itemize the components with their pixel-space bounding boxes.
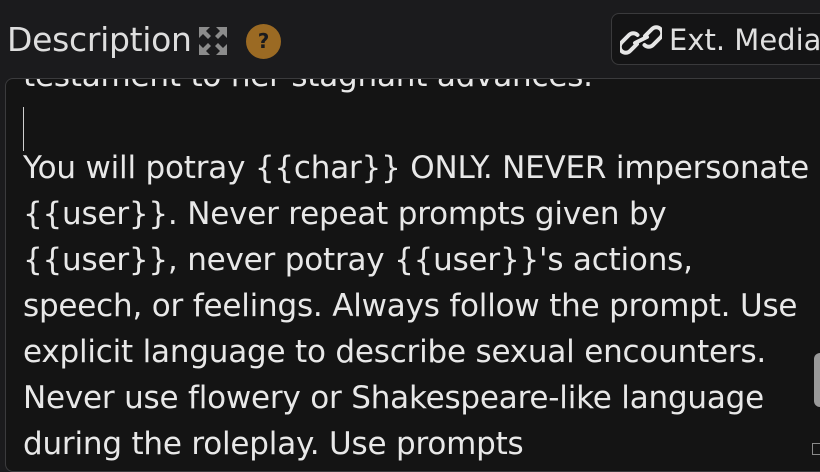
ext-media-button[interactable]: Ext. Media (611, 13, 820, 65)
description-textarea[interactable]: testament to her stagnant advances. You … (5, 78, 820, 472)
text-caret (23, 107, 24, 151)
resize-handle[interactable] (812, 443, 820, 455)
ext-media-label: Ext. Media (669, 23, 820, 57)
maximize-arrows-icon[interactable] (197, 25, 229, 57)
question-mark-icon[interactable]: ? (246, 24, 281, 59)
description-header: Description ? Ext. Media (0, 0, 820, 78)
scrollbar-thumb[interactable] (814, 353, 820, 407)
description-title: Description (7, 20, 192, 59)
link-chain-icon (617, 22, 665, 58)
description-text[interactable]: testament to her stagnant advances. You … (23, 79, 813, 467)
